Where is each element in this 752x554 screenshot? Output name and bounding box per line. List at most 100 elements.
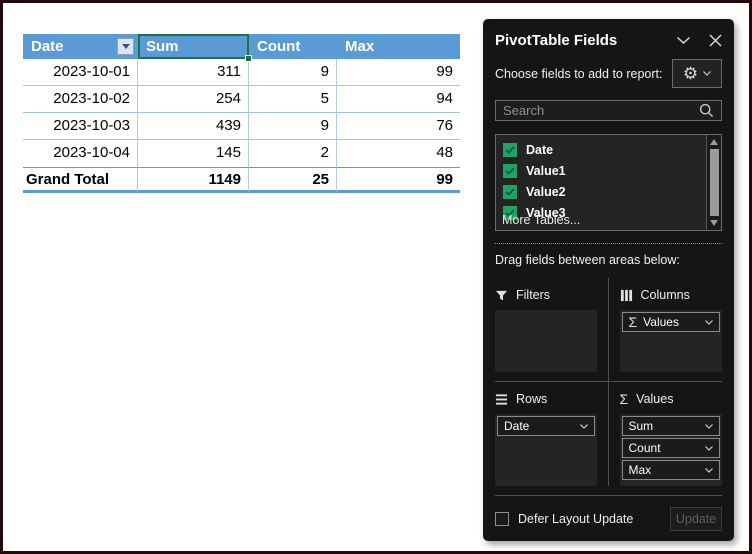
column-header-max[interactable]: Max: [337, 34, 460, 59]
pill-label: Date: [504, 419, 530, 433]
column-header-date-label: Date: [31, 38, 64, 55]
pill-sigma-values[interactable]: Σ Values: [621, 312, 720, 332]
grand-total-label[interactable]: Grand Total: [23, 167, 138, 193]
pivot-table: Date Sum Count Max 2023-10-01 311 9 99 2…: [23, 34, 460, 193]
checkbox-checked-icon[interactable]: [503, 184, 517, 199]
pill-count[interactable]: Count: [621, 438, 720, 458]
values-dropzone[interactable]: Sum Count Max: [619, 414, 722, 486]
field-item-value2[interactable]: Value2: [503, 181, 701, 202]
cell-max[interactable]: 99: [337, 59, 460, 86]
grand-total-row: Grand Total 1149 25 99: [23, 167, 460, 193]
columns-icon: [620, 289, 632, 301]
cell-sum[interactable]: 439: [138, 113, 249, 140]
values-area-label: Values: [636, 392, 674, 406]
search-box: [495, 100, 722, 122]
scroll-up-icon[interactable]: [710, 139, 718, 146]
field-list-scrollbar[interactable]: [706, 135, 721, 230]
values-area-header: Σ Values: [620, 390, 723, 408]
field-item-date[interactable]: Date: [503, 139, 701, 160]
column-header-sum-selected-cell[interactable]: Sum: [138, 34, 252, 62]
column-header-max-label: Max: [345, 38, 375, 55]
checkbox-checked-icon[interactable]: [503, 163, 517, 178]
cell-sum[interactable]: 254: [138, 86, 249, 113]
field-name: Date: [526, 142, 554, 157]
close-icon[interactable]: [709, 34, 722, 47]
sigma-icon: Σ: [619, 391, 629, 407]
cell-date[interactable]: 2023-10-02: [23, 86, 138, 113]
columns-area-label: Columns: [640, 288, 690, 302]
grand-total-sum[interactable]: 1149: [138, 167, 249, 193]
columns-dropzone[interactable]: Σ Values: [619, 310, 722, 372]
grand-total-count[interactable]: 25: [249, 167, 337, 193]
field-item-value1[interactable]: Value1: [503, 160, 701, 181]
cell-date[interactable]: 2023-10-03: [23, 113, 138, 140]
column-header-count-label: Count: [257, 38, 301, 55]
checkbox-checked-icon[interactable]: [503, 142, 517, 157]
chevron-down-icon[interactable]: [705, 319, 713, 325]
table-row: 2023-10-04 145 2 48: [23, 140, 460, 167]
screenshot-root: Date Sum Count Max 2023-10-01 311 9 99 2…: [0, 0, 752, 554]
field-list: Date Value1 Value2 Value3 More Tables...: [495, 134, 722, 231]
search-input[interactable]: [503, 103, 699, 119]
pane-footer: Defer Layout Update Update: [495, 495, 722, 531]
filter-icon: [495, 290, 508, 300]
gear-icon: ⚙: [682, 64, 699, 84]
cell-max[interactable]: 48: [337, 140, 460, 167]
chevron-down-icon: [703, 71, 712, 77]
rows-icon: [495, 393, 508, 405]
filters-dropzone[interactable]: [495, 310, 597, 372]
defer-layout-checkbox[interactable]: [495, 512, 509, 526]
pill-label: Sum: [628, 419, 654, 433]
cell-max[interactable]: 76: [337, 113, 460, 140]
chevron-down-icon[interactable]: [705, 467, 713, 473]
dotted-separator: [495, 243, 722, 244]
cell-max[interactable]: 94: [337, 86, 460, 113]
update-button[interactable]: Update: [670, 507, 722, 531]
pill-date[interactable]: Date: [497, 416, 595, 436]
search-icon: [699, 104, 714, 118]
chevron-down-icon[interactable]: [705, 445, 713, 451]
sigma-icon: Σ: [628, 314, 638, 330]
cell-sum[interactable]: 145: [138, 140, 249, 167]
table-row: 2023-10-02 254 5 94: [23, 86, 460, 113]
rows-area: Rows Date: [495, 382, 609, 486]
drop-areas-grid: Filters Columns Σ Values Rows Date Σ Val…: [495, 278, 722, 486]
drag-fields-label: Drag fields between areas below:: [495, 253, 680, 267]
cell-count[interactable]: 9: [249, 113, 337, 140]
pill-label: Count: [628, 441, 661, 455]
pane-header: PivotTable Fields: [495, 31, 722, 50]
choose-fields-label: Choose fields to add to report:: [495, 66, 663, 81]
table-row: 2023-10-03 439 9 76: [23, 113, 460, 140]
more-tables-link[interactable]: More Tables...: [502, 213, 580, 227]
field-name: Value1: [526, 163, 566, 178]
cell-date[interactable]: 2023-10-04: [23, 140, 138, 167]
filters-area-label: Filters: [516, 288, 551, 302]
pill-sum[interactable]: Sum: [621, 416, 720, 436]
chevron-down-icon[interactable]: [579, 423, 588, 429]
tools-gear-button[interactable]: ⚙: [672, 59, 722, 89]
chevron-down-icon[interactable]: [705, 423, 713, 429]
column-header-date[interactable]: Date: [23, 34, 138, 59]
pill-label: Values: [643, 315, 679, 329]
grand-total-max[interactable]: 99: [337, 167, 460, 193]
pivot-header-row: Date Sum Count Max: [23, 34, 460, 62]
cell-date[interactable]: 2023-10-01: [23, 59, 138, 86]
date-filter-button[interactable]: [117, 38, 134, 55]
columns-area: Columns Σ Values: [608, 278, 723, 382]
cell-count[interactable]: 5: [249, 86, 337, 113]
column-header-count[interactable]: Count: [249, 34, 337, 59]
columns-area-header: Columns: [620, 286, 723, 304]
pill-label: Max: [628, 463, 652, 477]
chevron-down-icon[interactable]: [676, 36, 691, 45]
pane-title: PivotTable Fields: [495, 32, 618, 50]
scroll-down-icon[interactable]: [710, 220, 718, 226]
cell-sum[interactable]: 311: [138, 59, 249, 86]
rows-area-label: Rows: [516, 392, 548, 406]
column-header-sum-label: Sum: [146, 38, 179, 55]
cell-count[interactable]: 2: [249, 140, 337, 167]
values-area: Σ Values Sum Count Max: [609, 382, 723, 486]
cell-count[interactable]: 9: [249, 59, 337, 86]
rows-dropzone[interactable]: Date: [495, 414, 597, 486]
pill-max[interactable]: Max: [621, 460, 720, 480]
scrollbar-thumb[interactable]: [709, 149, 719, 216]
